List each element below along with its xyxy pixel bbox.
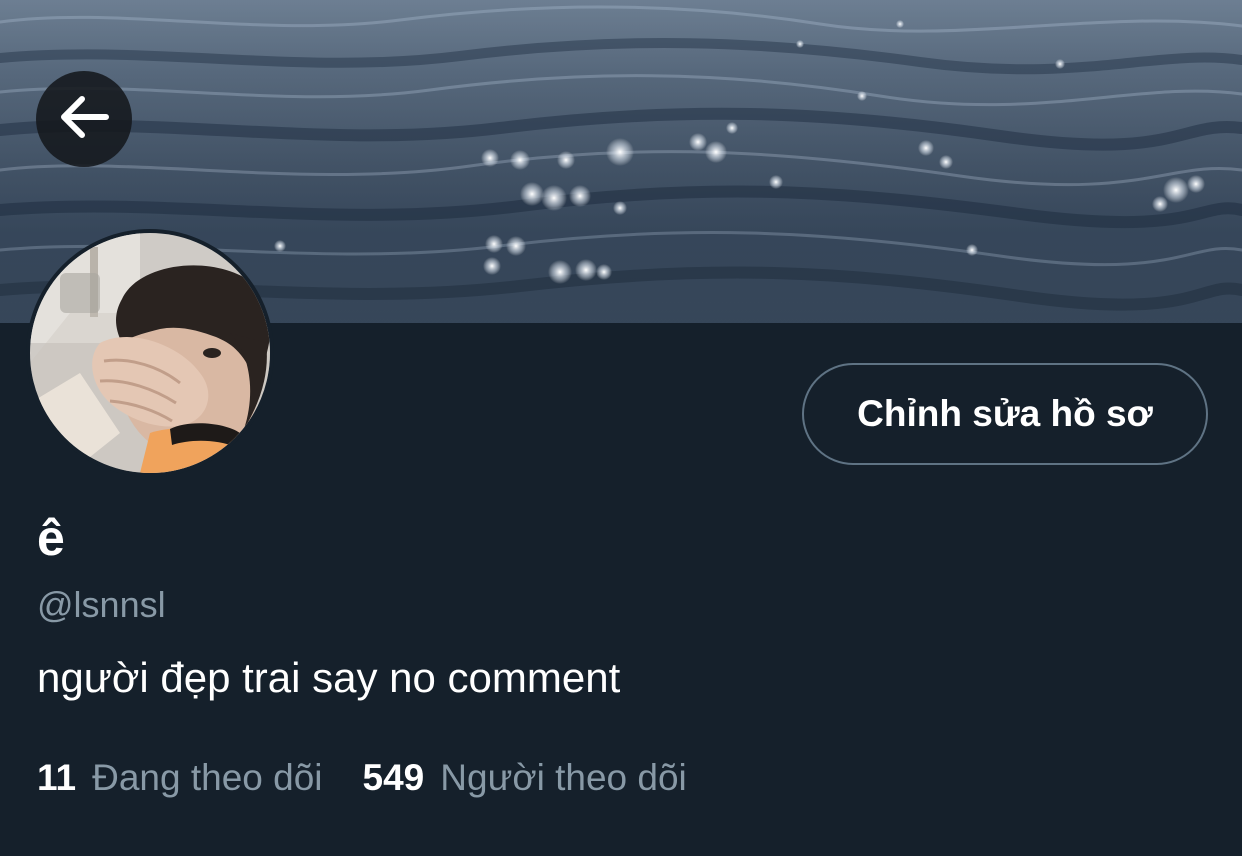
followers-count: 549 bbox=[362, 757, 425, 798]
followers-label: Người theo dõi bbox=[440, 757, 687, 798]
edit-profile-button-label: Chỉnh sửa hồ sơ bbox=[857, 393, 1153, 434]
avatar[interactable] bbox=[26, 229, 274, 477]
profile-bio: người đẹp trai say no comment bbox=[37, 654, 621, 701]
follow-stats: 11 Đang theo dõi 549 Người theo dõi bbox=[37, 755, 687, 801]
followers-stat[interactable]: 549 Người theo dõi bbox=[363, 755, 687, 801]
arrow-left-icon bbox=[58, 95, 110, 144]
username-handle: @lsnnsl bbox=[37, 584, 166, 625]
back-button[interactable] bbox=[36, 71, 132, 167]
following-label: Đang theo dõi bbox=[92, 757, 323, 798]
display-name: ê bbox=[37, 510, 65, 566]
following-stat[interactable]: 11 Đang theo dõi bbox=[37, 755, 323, 801]
profile-page: Chỉnh sửa hồ sơ ê @lsnnsl người đẹp trai… bbox=[0, 0, 1242, 856]
edit-profile-button[interactable]: Chỉnh sửa hồ sơ bbox=[802, 363, 1208, 465]
avatar-photo bbox=[30, 233, 270, 473]
following-count: 11 bbox=[37, 757, 77, 798]
